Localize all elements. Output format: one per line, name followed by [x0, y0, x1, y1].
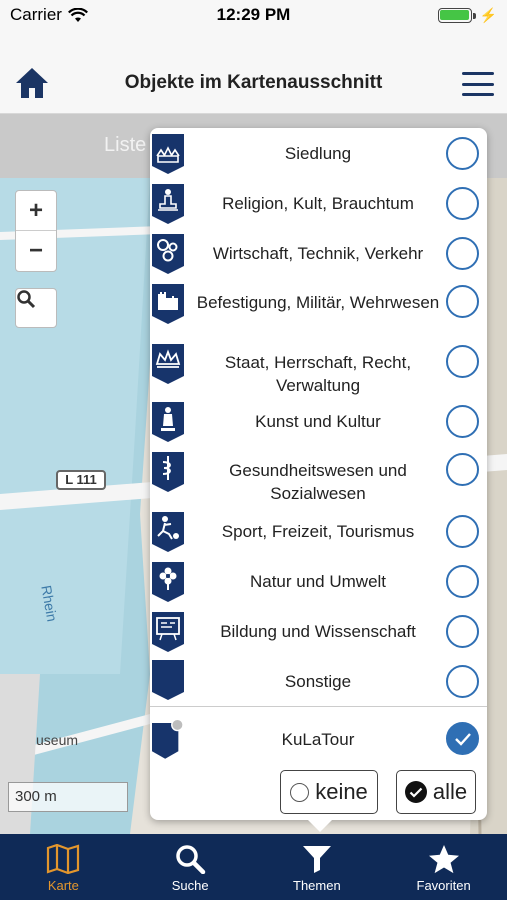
kulatour-pin-icon: [152, 718, 184, 759]
funnel-icon: [302, 846, 331, 873]
scale-bar: 300 m: [8, 782, 128, 812]
poi-label: useum: [36, 732, 79, 748]
category-label: Bildung und Wissenschaft: [220, 622, 416, 641]
kulatour-row[interactable]: KuLaTour: [150, 718, 487, 766]
select-all-label: alle: [432, 779, 468, 804]
wifi-icon: [67, 7, 88, 22]
category-radio[interactable]: [446, 515, 479, 548]
category-label: Natur und Umwelt: [249, 572, 387, 591]
status-bar: Carrier 12:29 PM ⚡: [0, 0, 507, 30]
category-row[interactable]: Siedlung: [150, 132, 487, 176]
map-icon: [47, 844, 80, 874]
category-row[interactable]: Bildung und Wissenschaft: [150, 610, 487, 654]
category-row[interactable]: Sport, Freizeit, Tourismus: [150, 510, 487, 554]
category-label: Sport, Freizeit, Tourismus: [221, 522, 415, 541]
category-radio[interactable]: [446, 565, 479, 598]
tab-label: Favoriten: [416, 878, 471, 893]
category-label: Befestigung, Militär, Wehrwesen: [196, 293, 440, 312]
list-tab-label[interactable]: Liste: [104, 134, 146, 157]
category-row[interactable]: Sonstige: [150, 660, 487, 704]
category-radio[interactable]: [446, 405, 479, 438]
magnifier-icon: [17, 290, 36, 309]
flower-icon: [152, 562, 184, 602]
gears-icon: [152, 234, 184, 274]
category-row[interactable]: Natur und Umwelt: [150, 560, 487, 604]
tab-karte[interactable]: Karte: [0, 834, 127, 900]
category-label: Religion, Kult, Brauchtum: [222, 194, 414, 213]
category-row[interactable]: Religion, Kult, Brauchtum: [150, 182, 487, 226]
kulatour-label: KuLaTour: [281, 730, 355, 749]
category-row[interactable]: Gesundheitswesen und Sozialwesen: [150, 450, 487, 506]
road-label: L 111: [56, 470, 106, 490]
settlement-icon: [152, 134, 184, 174]
category-radio[interactable]: [446, 345, 479, 378]
navigation-bar: Objekte im Kartenausschnitt: [0, 30, 507, 114]
tab-label: Suche: [171, 878, 209, 893]
religion-icon: [152, 184, 184, 224]
category-radio[interactable]: [446, 665, 479, 698]
category-row[interactable]: Befestigung, Militär, Wehrwesen: [150, 282, 487, 338]
category-label: Gesundheitswesen und Sozialwesen: [229, 461, 407, 503]
category-radio[interactable]: [446, 453, 479, 486]
tab-bar: Karte Suche Themen Favoriten: [0, 834, 507, 900]
zoom-in-button[interactable]: +: [16, 191, 56, 231]
category-label: Sonstige: [284, 672, 352, 691]
soccer-icon: [152, 512, 184, 552]
divider: [150, 706, 487, 707]
category-radio[interactable]: [446, 285, 479, 318]
carrier-group: Carrier: [10, 5, 88, 25]
hamburger-menu-icon[interactable]: [462, 72, 494, 96]
category-label: Staat, Herrschaft, Recht, Verwaltung: [224, 353, 412, 395]
map-search-button[interactable]: [15, 288, 57, 328]
tab-themen[interactable]: Themen: [254, 834, 381, 900]
crown-icon: [152, 344, 184, 384]
checkmark-icon: [454, 732, 471, 746]
category-radio[interactable]: [446, 237, 479, 270]
category-row[interactable]: Kunst und Kultur: [150, 400, 487, 444]
tab-label: Karte: [47, 878, 79, 893]
theme-filter-popover: Siedlung Religion, Kult, Brauchtum Wirts…: [150, 128, 487, 832]
blackboard-icon: [152, 612, 184, 652]
fortress-icon: [152, 284, 184, 324]
tab-label: Themen: [293, 878, 341, 893]
blank-pin-icon: [152, 660, 184, 700]
check-circle-icon: [404, 781, 427, 803]
category-label: Wirtschaft, Technik, Verkehr: [212, 244, 424, 263]
search-icon: [176, 845, 206, 874]
charging-icon: ⚡: [479, 6, 497, 23]
category-radio[interactable]: [446, 615, 479, 648]
tab-favoriten[interactable]: Favoriten: [380, 834, 507, 900]
category-label: Kunst und Kultur: [255, 412, 381, 431]
select-all-button[interactable]: alle: [396, 770, 476, 814]
category-row[interactable]: Staat, Herrschaft, Recht, Verwaltung: [150, 342, 487, 398]
page-title: Objekte im Kartenausschnitt: [124, 72, 383, 93]
category-row[interactable]: Wirtschaft, Technik, Verkehr: [150, 232, 487, 276]
category-radio[interactable]: [446, 187, 479, 220]
select-none-button[interactable]: keine: [280, 770, 378, 814]
statue-icon: [152, 402, 184, 442]
battery-group: ⚡: [437, 6, 497, 24]
kulatour-radio[interactable]: [446, 722, 479, 755]
carrier-label: Carrier: [10, 5, 62, 24]
empty-circle-icon: [290, 782, 310, 802]
battery-icon: [437, 7, 476, 23]
caduceus-icon: [152, 452, 184, 492]
category-label: Siedlung: [284, 144, 352, 163]
zoom-out-button[interactable]: −: [16, 231, 56, 271]
zoom-control: + −: [15, 190, 57, 272]
star-icon: [428, 844, 459, 874]
tab-suche[interactable]: Suche: [127, 834, 254, 900]
category-radio[interactable]: [446, 137, 479, 170]
select-none-label: keine: [315, 779, 368, 804]
